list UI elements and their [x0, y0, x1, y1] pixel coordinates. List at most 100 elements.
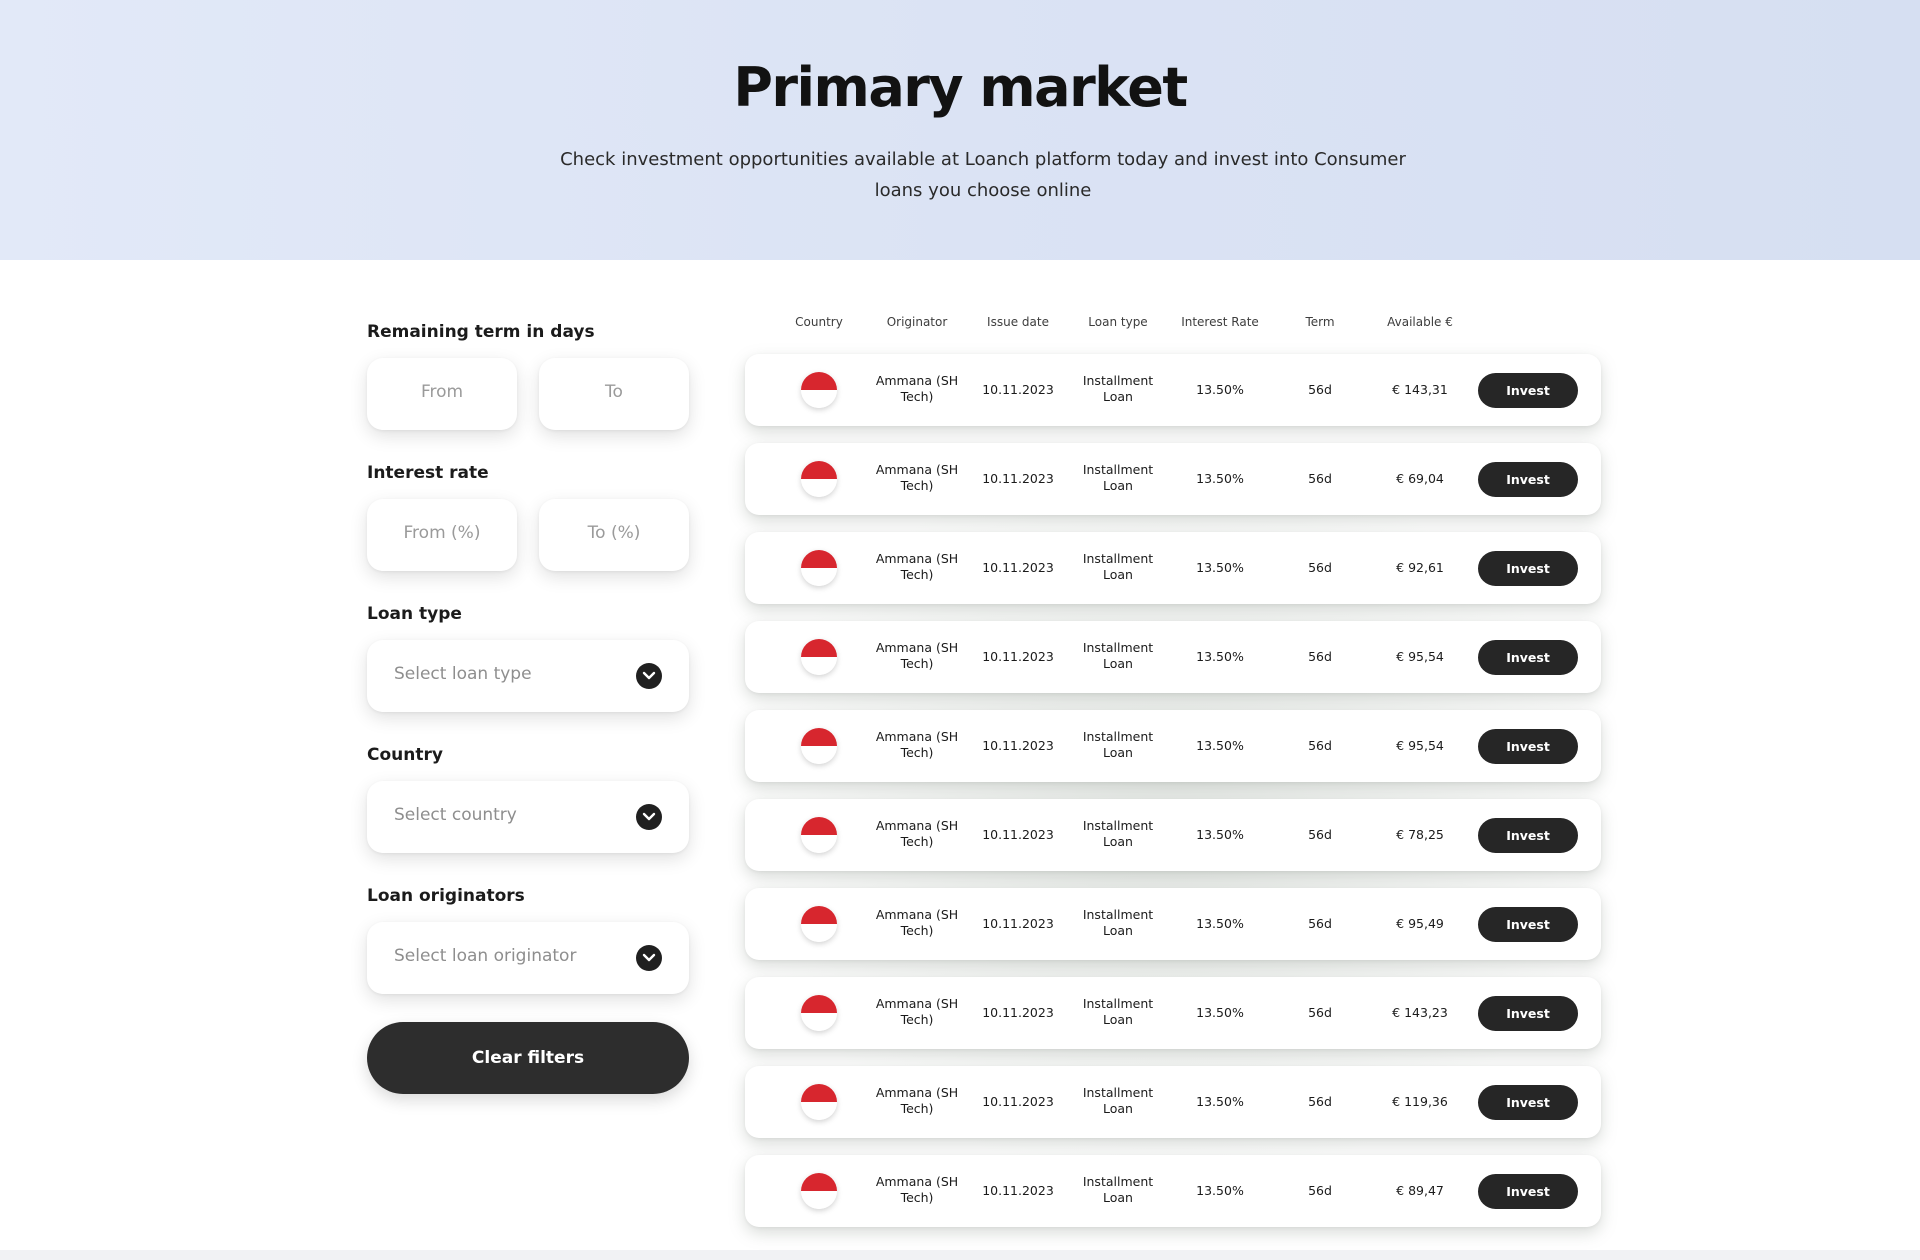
country-flag-icon: [801, 372, 837, 408]
loan-type-cell: Installment Loan: [1082, 551, 1154, 582]
interest-rate-cell: 13.50%: [1196, 1005, 1244, 1020]
term-from-input[interactable]: From: [367, 358, 517, 430]
term-cell: 56d: [1308, 738, 1332, 753]
table-row: Ammana (SH Tech) 10.11.2023 Installment Lo…: [745, 1155, 1601, 1227]
header-issue-date: Issue date: [987, 315, 1049, 329]
interest-rate-cell: 13.50%: [1196, 382, 1244, 397]
available-cell: € 119,36: [1392, 1094, 1448, 1109]
country-flag-icon: [801, 906, 837, 942]
issue-date-cell: 10.11.2023: [982, 471, 1054, 486]
header-interest-rate: Interest Rate: [1181, 315, 1259, 329]
interest-rate-cell: 13.50%: [1196, 1094, 1244, 1109]
loan-type-select[interactable]: Select loan type: [367, 640, 689, 712]
table-row: Ammana (SH Tech) 10.11.2023 Installment Lo…: [745, 532, 1601, 604]
interest-rate-cell: 13.50%: [1196, 827, 1244, 842]
table-row: Ammana (SH Tech) 10.11.2023 Installment Lo…: [745, 621, 1601, 693]
invest-button[interactable]: Invest: [1478, 818, 1578, 853]
invest-button[interactable]: Invest: [1478, 1085, 1578, 1120]
issue-date-cell: 10.11.2023: [982, 560, 1054, 575]
term-to-input[interactable]: To: [539, 358, 689, 430]
interest-to-input[interactable]: To (%): [539, 499, 689, 571]
term-cell: 56d: [1308, 827, 1332, 842]
country-flag-icon: [801, 550, 837, 586]
invest-button[interactable]: Invest: [1478, 551, 1578, 586]
available-cell: € 89,47: [1396, 1183, 1444, 1198]
invest-button[interactable]: Invest: [1478, 1174, 1578, 1209]
available-cell: € 92,61: [1396, 560, 1444, 575]
footer-strip: [0, 1250, 1920, 1260]
loan-type-cell: Installment Loan: [1082, 996, 1154, 1027]
originator-cell: Ammana (SH Tech): [875, 907, 959, 938]
country-flag-icon: [801, 461, 837, 497]
loan-type-cell: Installment Loan: [1082, 907, 1154, 938]
header-loan-type: Loan type: [1088, 315, 1148, 329]
term-cell: 56d: [1308, 916, 1332, 931]
originator-cell: Ammana (SH Tech): [875, 1085, 959, 1116]
country-label: Country: [367, 745, 443, 765]
country-flag-icon: [801, 995, 837, 1031]
available-cell: € 69,04: [1396, 471, 1444, 486]
country-flag-icon: [801, 728, 837, 764]
issue-date-cell: 10.11.2023: [982, 738, 1054, 753]
originator-cell: Ammana (SH Tech): [875, 373, 959, 404]
invest-button[interactable]: Invest: [1478, 373, 1578, 408]
issue-date-cell: 10.11.2023: [982, 649, 1054, 664]
issue-date-cell: 10.11.2023: [982, 827, 1054, 842]
country-flag-icon: [801, 1084, 837, 1120]
originator-cell: Ammana (SH Tech): [875, 1174, 959, 1205]
interest-from-placeholder: From (%): [403, 523, 481, 543]
issue-date-cell: 10.11.2023: [982, 1005, 1054, 1020]
country-flag-icon: [801, 1173, 837, 1209]
invest-button[interactable]: Invest: [1478, 907, 1578, 942]
loan-type-cell: Installment Loan: [1082, 1174, 1154, 1205]
term-from-placeholder: From: [420, 382, 464, 402]
invest-button[interactable]: Invest: [1478, 729, 1578, 764]
invest-button[interactable]: Invest: [1478, 462, 1578, 497]
interest-to-placeholder: To (%): [587, 523, 641, 543]
originator-cell: Ammana (SH Tech): [875, 551, 959, 582]
term-cell: 56d: [1308, 560, 1332, 575]
loan-originators-label: Loan originators: [367, 886, 525, 906]
originator-cell: Ammana (SH Tech): [875, 818, 959, 849]
available-cell: € 95,54: [1396, 738, 1444, 753]
invest-button[interactable]: Invest: [1478, 640, 1578, 675]
loan-type-cell: Installment Loan: [1082, 1085, 1154, 1116]
interest-rate-cell: 13.50%: [1196, 738, 1244, 753]
remaining-term-label: Remaining term in days: [367, 322, 595, 342]
table-row: Ammana (SH Tech) 10.11.2023 Installment Lo…: [745, 443, 1601, 515]
table-header: Country Originator Issue date Loan type …: [745, 315, 1601, 335]
loan-type-label: Loan type: [367, 604, 462, 624]
term-cell: 56d: [1308, 1005, 1332, 1020]
page-title: Primary market: [733, 56, 1188, 119]
invest-button[interactable]: Invest: [1478, 996, 1578, 1031]
country-flag-icon: [801, 817, 837, 853]
available-cell: € 78,25: [1396, 827, 1444, 842]
available-cell: € 143,23: [1392, 1005, 1448, 1020]
country-select[interactable]: Select country: [367, 781, 689, 853]
table-row: Ammana (SH Tech) 10.11.2023 Installment Lo…: [745, 977, 1601, 1049]
loan-originator-select[interactable]: Select loan originator: [367, 922, 689, 994]
loan-type-placeholder: Select loan type: [394, 664, 532, 684]
interest-rate-cell: 13.50%: [1196, 916, 1244, 931]
term-cell: 56d: [1308, 471, 1332, 486]
interest-rate-cell: 13.50%: [1196, 1183, 1244, 1198]
interest-from-input[interactable]: From (%): [367, 499, 517, 571]
header-country: Country: [795, 315, 843, 329]
interest-rate-cell: 13.50%: [1196, 560, 1244, 575]
issue-date-cell: 10.11.2023: [982, 916, 1054, 931]
header-available: Available €: [1387, 315, 1453, 329]
filters-panel: Remaining term in days From To Interest …: [367, 260, 689, 1160]
loan-type-cell: Installment Loan: [1082, 818, 1154, 849]
country-placeholder: Select country: [394, 805, 517, 825]
loan-originator-placeholder: Select loan originator: [394, 946, 577, 966]
interest-rate-cell: 13.50%: [1196, 649, 1244, 664]
country-flag-icon: [801, 639, 837, 675]
available-cell: € 95,49: [1396, 916, 1444, 931]
table-row: Ammana (SH Tech) 10.11.2023 Installment Lo…: [745, 710, 1601, 782]
clear-filters-button[interactable]: Clear filters: [367, 1022, 689, 1094]
chevron-down-icon: [636, 663, 662, 689]
chevron-down-icon: [636, 804, 662, 830]
page-subtitle: Check investment opportunities available…: [560, 149, 1406, 201]
table-row: Ammana (SH Tech) 10.11.2023 Installment Lo…: [745, 799, 1601, 871]
header-originator: Originator: [886, 315, 948, 329]
